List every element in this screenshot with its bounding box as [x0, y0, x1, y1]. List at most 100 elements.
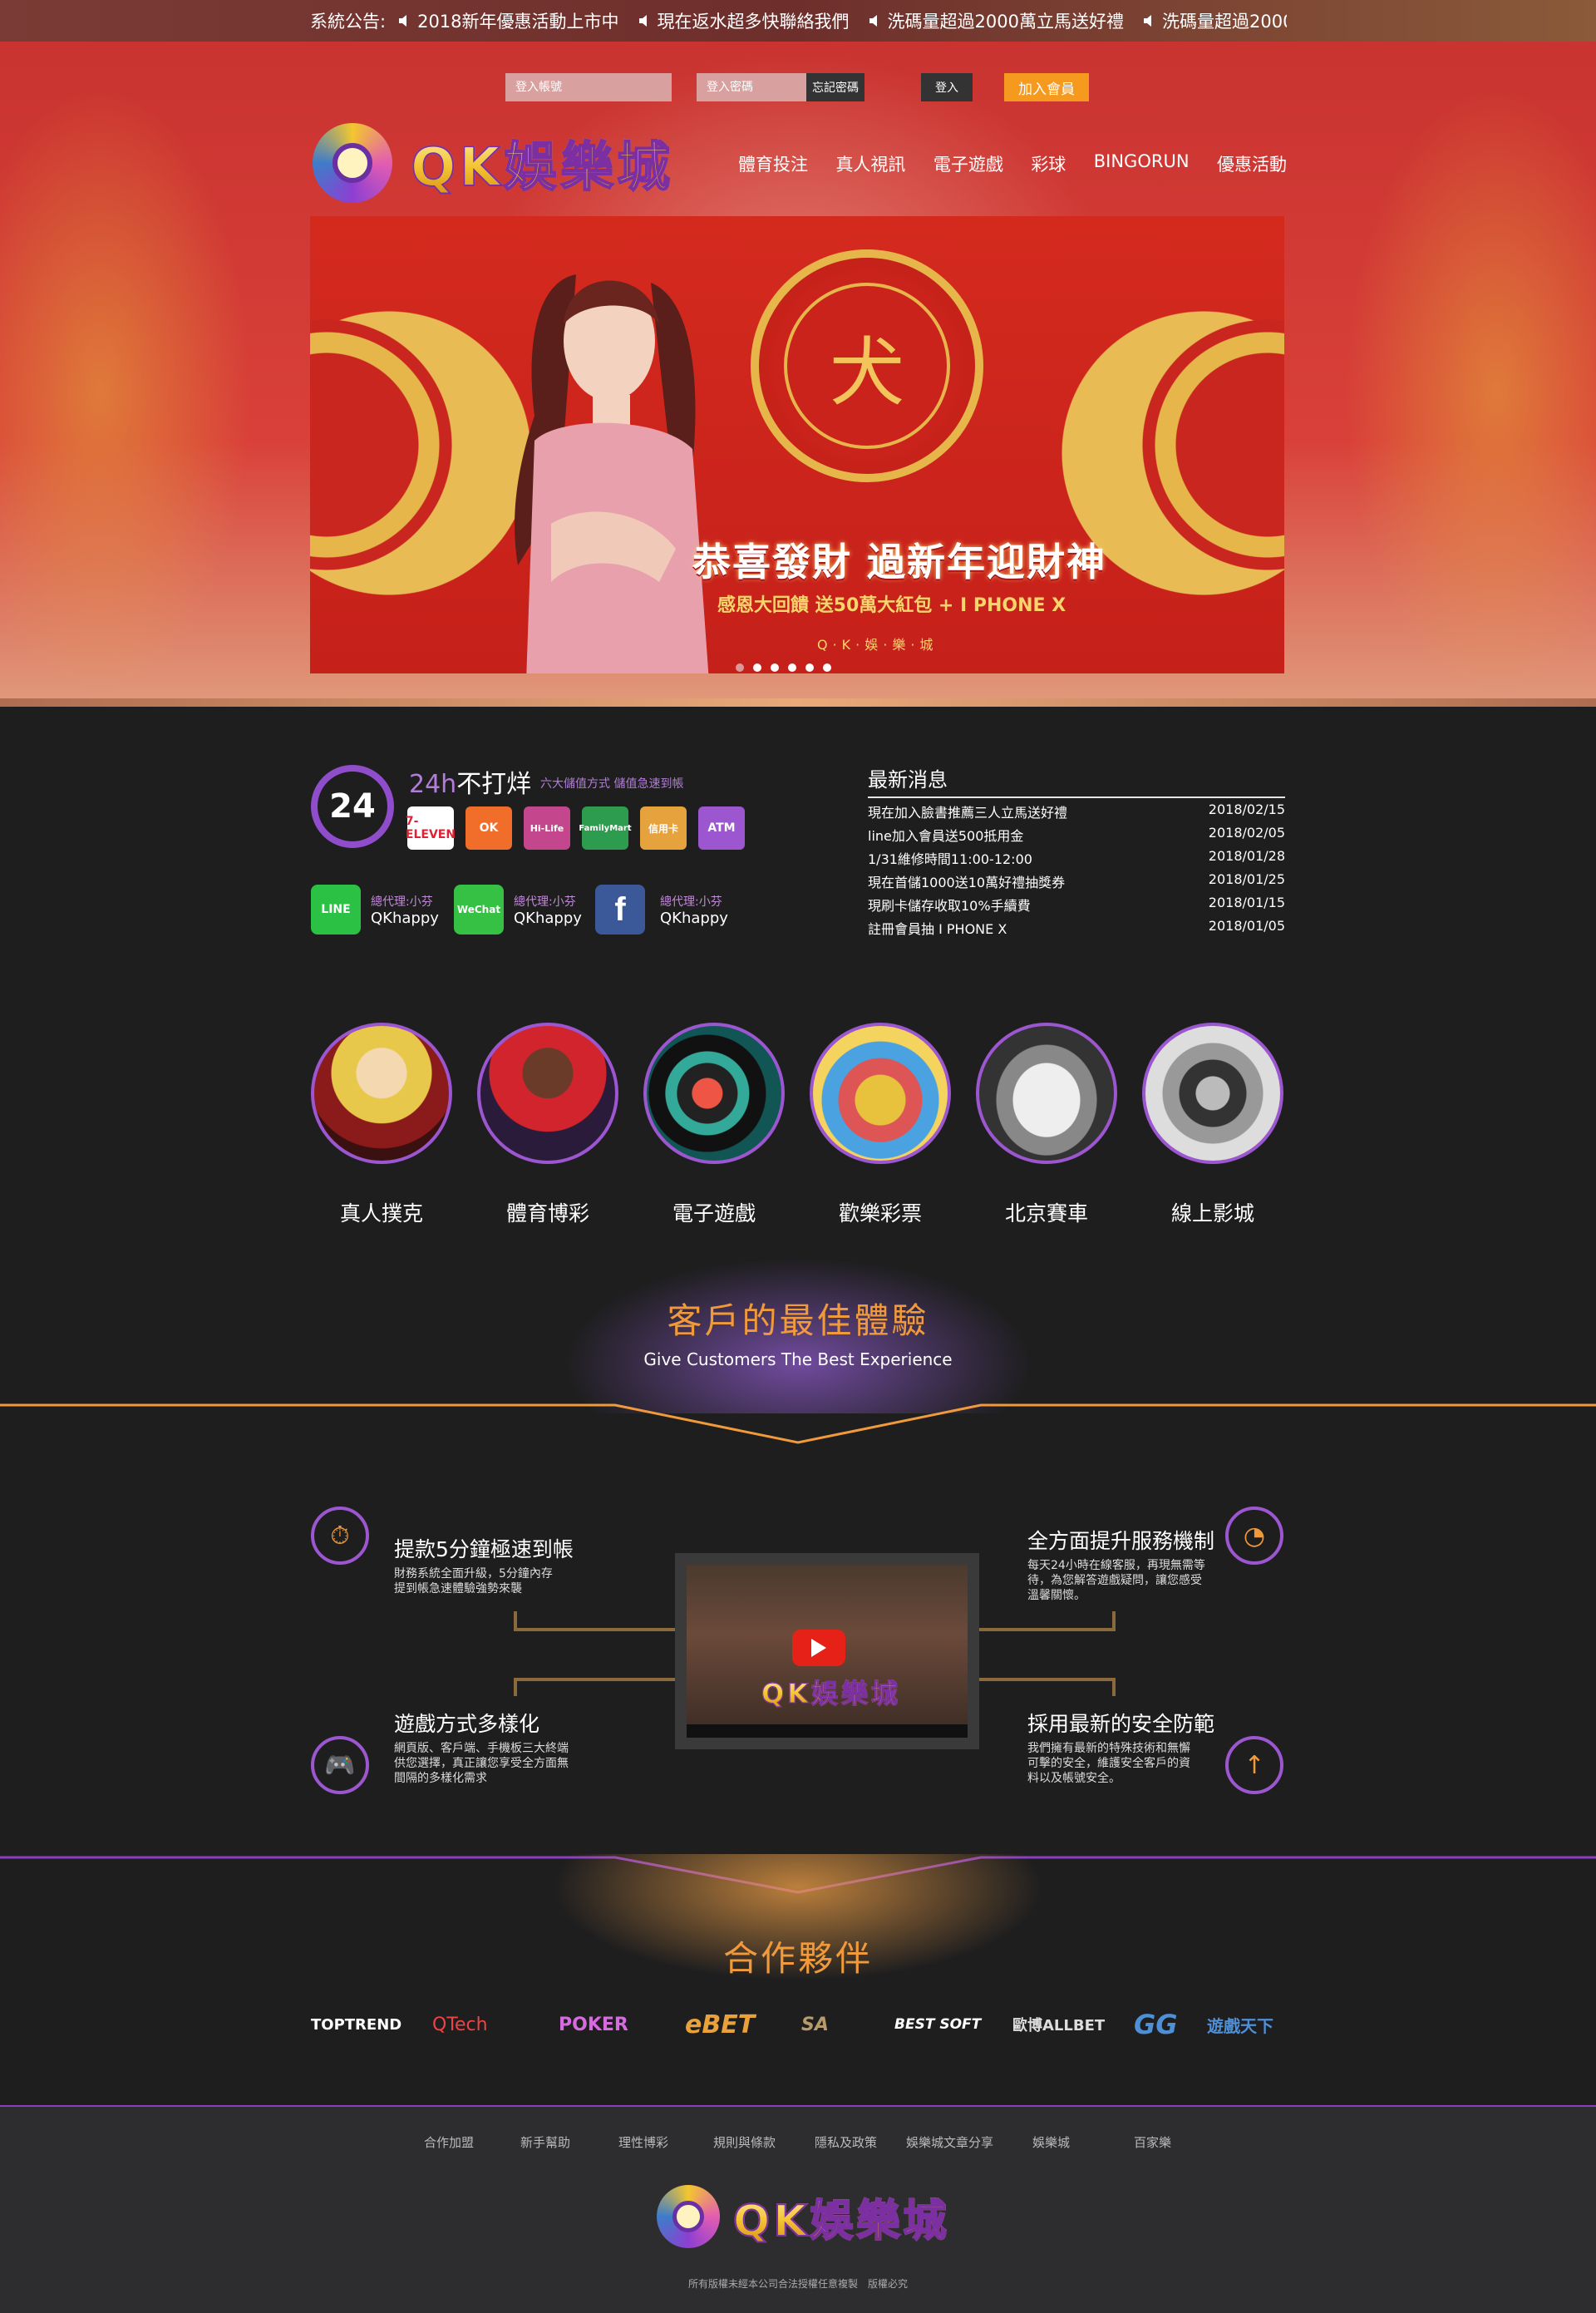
- game-slots-image[interactable]: [643, 1023, 785, 1164]
- speaker-icon: [399, 15, 407, 27]
- game-lottery-image[interactable]: [810, 1023, 951, 1164]
- partner-logo[interactable]: 遊戲天下: [1207, 2004, 1273, 2045]
- footer-link[interactable]: 合作加盟: [424, 2133, 474, 2151]
- video-thumbnail: QK娛樂城: [687, 1565, 968, 1738]
- footer-logo[interactable]: QK娛樂城: [657, 2185, 950, 2248]
- announcement-label: 系統公告:: [310, 12, 387, 32]
- game-label[interactable]: 線上影城: [1130, 1197, 1296, 1227]
- play-button[interactable]: [792, 1630, 845, 1666]
- join-button[interactable]: 加入會員: [1004, 73, 1089, 101]
- promo-banner[interactable]: 犬 恭喜發財 過新年迎財神 感恩大回饋 送50萬大紅包 + I PHONE X …: [310, 216, 1284, 673]
- footer-link[interactable]: 娛樂城文章分享: [906, 2133, 993, 2151]
- nav-item[interactable]: 彩球: [1031, 151, 1066, 176]
- game-sports-image[interactable]: [477, 1023, 618, 1164]
- footer-link[interactable]: 隱私及政策: [815, 2133, 877, 2151]
- carousel-dot[interactable]: [823, 663, 831, 672]
- feature-speed: 提款5分鐘極速到帳 財務系統全面升級，5分鐘內存提到帳急速體驗強勢來襲: [394, 1537, 574, 1595]
- nav-item[interactable]: 電子遊戲: [933, 151, 1003, 176]
- logo-text: QK娛樂城: [410, 125, 673, 201]
- game-label[interactable]: 真人撲克: [298, 1197, 465, 1227]
- game-label[interactable]: 北京賽車: [963, 1197, 1130, 1227]
- nav-item[interactable]: 真人視訊: [835, 151, 905, 176]
- password-input[interactable]: [697, 73, 808, 101]
- carousel-dots: [736, 659, 840, 673]
- contact-label: 總代理:小芬: [660, 895, 722, 909]
- announcement-item[interactable]: 現在返水超多快聯絡我們: [638, 8, 850, 33]
- game-label[interactable]: 電子遊戲: [631, 1197, 797, 1227]
- carousel-dot[interactable]: [788, 663, 796, 672]
- partner-logo[interactable]: POKER: [559, 2004, 628, 2045]
- carousel-dot[interactable]: [805, 663, 814, 672]
- partner-logo[interactable]: eBET: [685, 2004, 755, 2045]
- contact-label: 總代理:小芬: [514, 895, 576, 909]
- seven-eleven-icon: 7-ELEVEN: [406, 806, 456, 850]
- news-item[interactable]: 現在加入臉書推薦三人立馬送好禮 2018/02/15: [868, 801, 1285, 825]
- carousel-dot[interactable]: [736, 663, 744, 672]
- contact-facebook[interactable]: f 總代理:小芬 QKhappy: [595, 885, 728, 935]
- footer-link[interactable]: 理性博彩: [618, 2133, 668, 2151]
- footer-link[interactable]: 娛樂城: [1032, 2133, 1070, 2151]
- payment-title: 24h不打烊: [409, 770, 532, 799]
- nav-item[interactable]: 優惠活動: [1217, 151, 1287, 176]
- partner-logo[interactable]: TOPTREND: [311, 2004, 401, 2045]
- login-button[interactable]: 登入: [921, 73, 973, 101]
- nav-item[interactable]: BINGORUN: [1094, 151, 1190, 176]
- facebook-icon: f: [595, 885, 645, 935]
- game-label[interactable]: 歡樂彩票: [797, 1197, 963, 1227]
- announcement-bar: 系統公告: 2018新年優惠活動上市中 現在返水超多快聯絡我們 洗碼量超過200…: [0, 0, 1596, 42]
- announcement-item[interactable]: 洗碼量超過2000萬立馬送好禮: [868, 8, 1124, 33]
- announcement-item[interactable]: 2018新年優惠活動上市中: [397, 8, 619, 33]
- video-controls[interactable]: [687, 1724, 968, 1738]
- ok-mart-icon: OK: [466, 806, 512, 850]
- contact-wechat[interactable]: WeChat 總代理:小芬 QKhappy: [454, 885, 582, 935]
- banner-subtitle: 感恩大回饋 送50萬大紅包 + I PHONE X: [717, 595, 1066, 616]
- contact-line[interactable]: LINE 總代理:小芬 QKhappy: [311, 885, 439, 935]
- footer-link[interactable]: 百家樂: [1134, 2133, 1171, 2151]
- partner-logo[interactable]: SA: [801, 2004, 829, 2045]
- video-player[interactable]: QK娛樂城: [675, 1553, 979, 1749]
- experience-subtitle: Give Customers The Best Experience: [643, 1349, 953, 1369]
- announcement-ticker: 系統公告: 2018新年優惠活動上市中 現在返水超多快聯絡我們 洗碼量超過200…: [310, 0, 1287, 42]
- payment-subtitle: 六大儲值方式 儲值急速到帳: [540, 777, 684, 791]
- credit-card-icon: 信用卡: [640, 806, 687, 850]
- news-item[interactable]: line加入會員送500抵用金 2018/02/05: [868, 825, 1285, 848]
- payment-methods: 7-ELEVEN OK Hi-Life FamilyMart 信用卡 ATM: [406, 806, 745, 850]
- game-racing-image[interactable]: [976, 1023, 1117, 1164]
- site-logo[interactable]: QK娛樂城: [313, 123, 673, 203]
- news-item[interactable]: 現在首儲1000送10萬好禮抽獎券 2018/01/25: [868, 871, 1285, 895]
- news-item[interactable]: 1/31維修時間11:00-12:00 2018/01/28: [868, 848, 1285, 871]
- footer-link[interactable]: 規則與條款: [713, 2133, 776, 2151]
- footer-link[interactable]: 新手幫助: [520, 2133, 570, 2151]
- feature-security: 採用最新的安全防範 我們擁有最新的特殊技術和無懈可擊的安全，維護安全客戶的資料以…: [1027, 1712, 1215, 1785]
- hero-divider: [0, 698, 1596, 707]
- game-live-poker-image[interactable]: [311, 1023, 452, 1164]
- partner-logo[interactable]: 歐博ALLBET: [1012, 2004, 1105, 2045]
- partner-logo[interactable]: QTech: [432, 2004, 488, 2045]
- banner-brand: Q·K·娛·樂·城: [817, 637, 938, 653]
- banner-ornament: [1126, 216, 1284, 673]
- gamepad-icon: 🎮: [311, 1736, 369, 1794]
- contact-id: QKhappy: [514, 909, 582, 927]
- news-item[interactable]: 註冊會員抽 I PHONE X 2018/01/05: [868, 918, 1285, 941]
- news-title: 最新消息: [868, 768, 948, 792]
- stopwatch-icon: ⏱: [311, 1507, 369, 1565]
- carousel-dot[interactable]: [753, 663, 761, 672]
- partner-logo[interactable]: GG: [1134, 2004, 1178, 2045]
- contact-id: QKhappy: [371, 909, 439, 927]
- forgot-password-button[interactable]: 忘記密碼: [806, 73, 864, 101]
- news-item[interactable]: 現刷卡儲存收取10%手續費 2018/01/15: [868, 895, 1285, 918]
- logo-text: QK娛樂城: [732, 2186, 950, 2248]
- model-image: [515, 274, 709, 673]
- account-input[interactable]: [505, 73, 672, 101]
- wechat-icon: WeChat: [454, 885, 504, 935]
- logo-emblem-icon: [657, 2185, 720, 2248]
- logo-emblem-icon: [313, 123, 392, 203]
- game-label[interactable]: 體育博彩: [465, 1197, 631, 1227]
- carousel-dot[interactable]: [771, 663, 779, 672]
- partner-logo[interactable]: BEST SOFT: [894, 2004, 981, 2045]
- section-divider: [0, 1403, 1596, 1444]
- contact-label: 總代理:小芬: [371, 895, 433, 909]
- game-cinema-image[interactable]: [1142, 1023, 1283, 1164]
- nav-item[interactable]: 體育投注: [738, 151, 808, 176]
- announcement-item[interactable]: 洗碼量超過2000萬立馬送好禮: [1142, 8, 1287, 33]
